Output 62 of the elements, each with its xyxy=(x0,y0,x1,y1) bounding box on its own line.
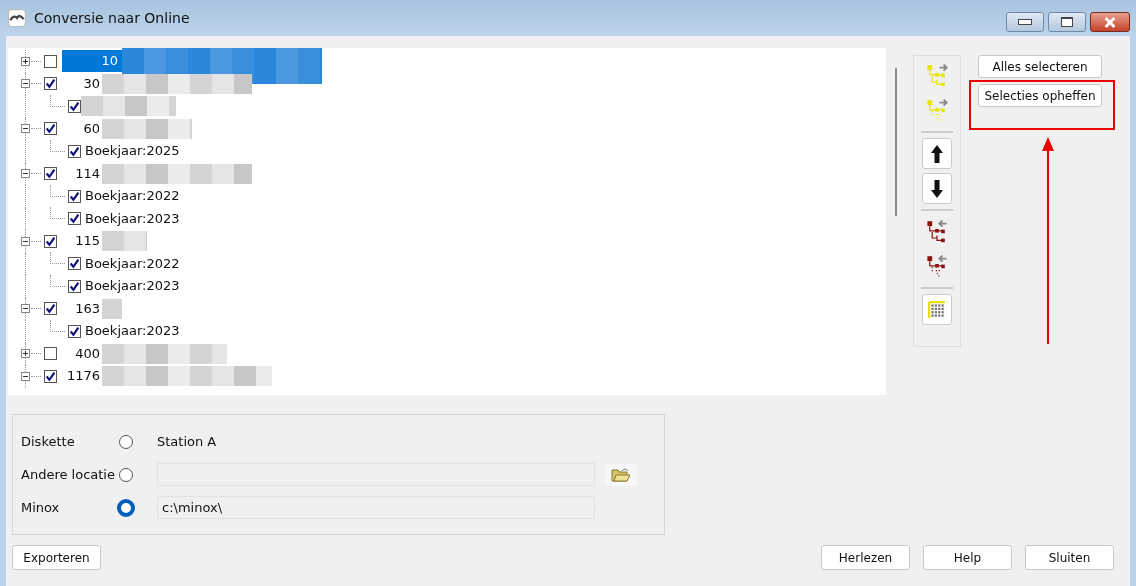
checkbox[interactable] xyxy=(68,324,81,338)
tree-item[interactable]: 60 xyxy=(62,118,102,139)
tree-item[interactable]: Boekjaar:2023 xyxy=(83,321,182,342)
collapse-toggle[interactable] xyxy=(21,79,30,89)
checkbox[interactable] xyxy=(68,189,81,203)
expand-toggle[interactable] xyxy=(21,56,30,66)
checkbox[interactable] xyxy=(68,257,81,271)
checkbox[interactable] xyxy=(44,167,57,181)
browse-button[interactable] xyxy=(605,463,637,486)
tree-item[interactable]: 115 xyxy=(62,231,102,252)
checkbox[interactable] xyxy=(44,347,57,361)
tree-item[interactable]: 114 xyxy=(62,163,102,184)
expand-toggle[interactable] xyxy=(21,349,30,359)
collapse-toggle[interactable] xyxy=(21,236,30,246)
tree-item[interactable]: 163 xyxy=(62,298,102,319)
button[interactable]: Sluiten xyxy=(1025,545,1114,570)
option-label: Diskette xyxy=(21,434,76,449)
checkbox[interactable] xyxy=(68,212,81,226)
arrow-down-icon[interactable] xyxy=(922,173,952,204)
checkbox[interactable] xyxy=(44,302,57,316)
checkbox[interactable] xyxy=(44,77,57,91)
tree-item[interactable]: Boekjaar:2022 xyxy=(83,186,182,207)
checkbox[interactable] xyxy=(44,369,57,383)
button[interactable]: Herlezen xyxy=(821,545,910,570)
close-icon xyxy=(1103,16,1117,28)
scrollbar-thumb[interactable] xyxy=(895,68,897,216)
tree-item[interactable]: Boekjaar:2025 xyxy=(83,141,182,162)
option-label: Minox xyxy=(21,500,61,515)
tree-item[interactable]: Boekjaar:2022 xyxy=(83,253,182,274)
checkbox[interactable] xyxy=(44,122,57,136)
button[interactable]: Help xyxy=(923,545,1012,570)
button[interactable]: Selecties opheffen xyxy=(978,84,1102,107)
tree-item[interactable]: 10 xyxy=(62,50,122,73)
collapse-toggle[interactable] xyxy=(21,304,30,314)
close-button[interactable] xyxy=(1090,12,1130,32)
app-logo-icon xyxy=(8,9,26,27)
checkbox[interactable] xyxy=(44,234,57,248)
arrow-up-icon[interactable] xyxy=(922,138,952,169)
collapse-toggle[interactable] xyxy=(21,124,30,134)
window-title: Conversie naar Online xyxy=(34,10,190,26)
collapse-toggle[interactable] xyxy=(21,169,30,179)
radio-button[interactable] xyxy=(119,467,133,482)
tree-item[interactable]: 1176 xyxy=(62,366,102,387)
tree-item[interactable]: 400 xyxy=(62,343,102,364)
checkbox[interactable] xyxy=(44,54,57,68)
path-field[interactable]: c:\minox\ xyxy=(157,496,595,519)
minimize-button[interactable] xyxy=(1006,12,1044,32)
radio-button[interactable] xyxy=(119,434,133,449)
tree-item[interactable]: Boekjaar:2023 xyxy=(83,276,182,297)
radio-button[interactable] xyxy=(117,498,135,517)
checkbox[interactable] xyxy=(68,144,81,158)
checkbox[interactable] xyxy=(68,279,81,293)
collapse-toggle[interactable] xyxy=(21,371,30,381)
button[interactable]: Alles selecteren xyxy=(978,55,1102,78)
tree-item[interactable]: 30 xyxy=(62,73,102,94)
checkbox[interactable] xyxy=(68,99,81,113)
button[interactable]: Exporteren xyxy=(12,545,101,570)
tree-item[interactable]: Boekjaar:2023 xyxy=(83,208,182,229)
maximize-button[interactable] xyxy=(1048,12,1086,32)
option-label: Andere locatie xyxy=(21,467,116,482)
drive-label: Station A xyxy=(157,434,217,449)
grid-icon[interactable] xyxy=(922,294,952,325)
